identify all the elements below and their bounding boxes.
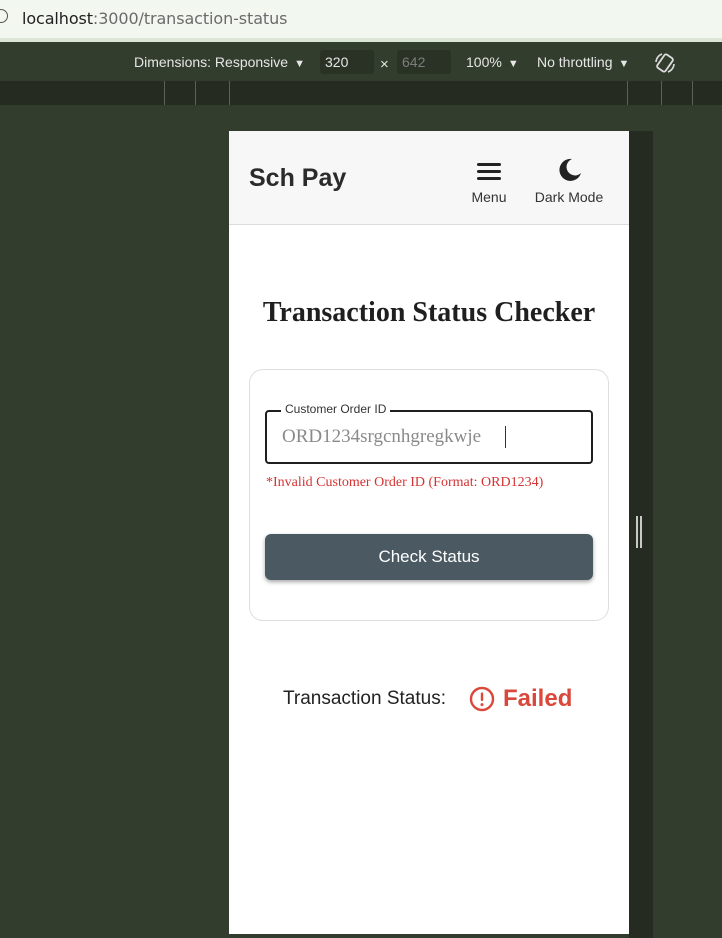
status-value: Failed (503, 685, 573, 712)
ruler-tick (195, 81, 196, 105)
order-id-field[interactable]: Customer Order ID (265, 402, 593, 464)
transaction-status-row: Transaction Status: Failed (229, 685, 629, 715)
caret-down-icon: ▼ (618, 58, 630, 70)
hamburger-icon (477, 163, 501, 181)
ruler-tick (661, 81, 662, 105)
url-host: localhost (22, 9, 93, 28)
device-viewport: Sch Pay Menu Dark Mode Transaction Statu… (229, 131, 629, 934)
menu-label: Menu (471, 189, 507, 205)
height-input[interactable]: 642 (397, 50, 451, 74)
check-status-button[interactable]: Check Status (265, 534, 593, 580)
menu-button[interactable]: Menu (467, 159, 511, 209)
ruler-tick (164, 81, 165, 105)
width-input[interactable]: 320 (320, 50, 374, 74)
ruler-tick (692, 81, 693, 105)
zoom-label: 100% (466, 54, 502, 70)
resize-handle[interactable] (636, 516, 644, 548)
site-info-icon[interactable] (0, 9, 8, 23)
media-query-ruler[interactable] (0, 81, 722, 105)
url-path: :3000/transaction-status (92, 9, 288, 28)
text-cursor (505, 426, 506, 448)
dimensions-dropdown[interactable]: Dimensions: Responsive ▼ (134, 54, 305, 70)
address-bar[interactable]: localhost:3000/transaction-status (0, 0, 722, 38)
order-id-label: Customer Order ID (281, 402, 391, 416)
ruler-tick (627, 81, 628, 105)
device-toolbar: Dimensions: Responsive ▼ 320 × 642 100% ▼ … (0, 42, 722, 81)
ruler-tick (229, 81, 230, 105)
status-label: Transaction Status: (283, 688, 446, 709)
throttling-dropdown[interactable]: No throttling ▼ (537, 54, 629, 70)
error-message: *Invalid Customer Order ID (Format: ORD1… (266, 475, 544, 490)
dark-mode-button[interactable]: Dark Mode (531, 157, 607, 207)
brand-logo[interactable]: Sch Pay (249, 164, 346, 193)
dark-mode-label: Dark Mode (534, 189, 604, 205)
status-form-card: Customer Order ID *Invalid Customer Orde… (249, 369, 609, 621)
throttling-label: No throttling (537, 54, 613, 70)
url-text[interactable]: localhost:3000/transaction-status (22, 9, 287, 28)
page-title: Transaction Status Checker (262, 297, 596, 328)
app-header: Sch Pay Menu Dark Mode (229, 131, 629, 225)
caret-down-icon: ▼ (294, 58, 305, 70)
times-icon: × (380, 56, 389, 73)
caret-down-icon: ▼ (507, 58, 519, 70)
order-id-input[interactable] (282, 424, 572, 450)
zoom-dropdown[interactable]: 100% ▼ (466, 54, 519, 70)
rotate-icon[interactable] (654, 52, 676, 74)
dimensions-label: Dimensions: Responsive (134, 54, 289, 70)
moon-icon (559, 158, 581, 181)
error-icon (469, 686, 495, 712)
